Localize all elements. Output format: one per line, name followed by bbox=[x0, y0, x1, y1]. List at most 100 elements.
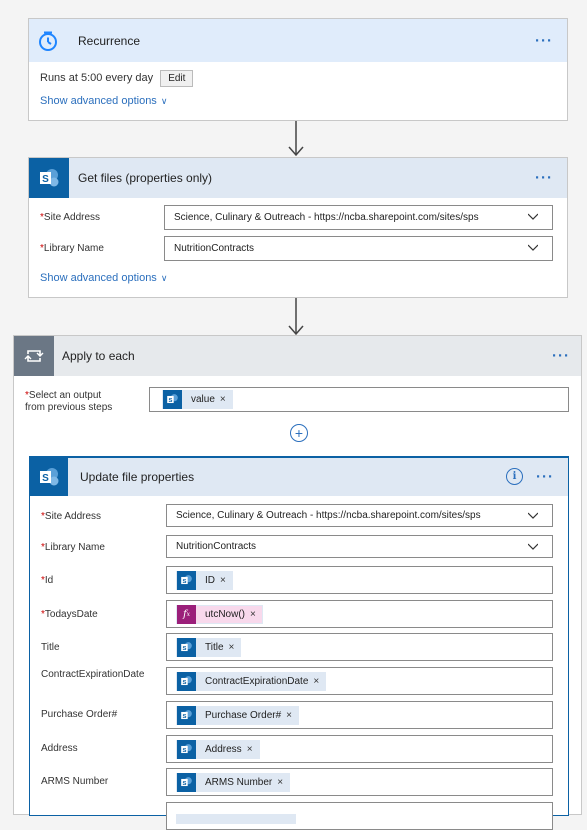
arms-number-token[interactable]: S ARMS Number × bbox=[176, 772, 291, 792]
svg-text:S: S bbox=[182, 645, 186, 651]
site-address-dropdown[interactable]: Science, Culinary & Outreach - https://n… bbox=[164, 205, 553, 230]
select-output-input[interactable]: S value × bbox=[149, 387, 569, 412]
recurrence-title: Recurrence bbox=[78, 33, 141, 48]
contract-expiration-label: ContractExpirationDate bbox=[41, 669, 145, 680]
address-token-label: Address bbox=[205, 743, 242, 755]
address-input[interactable]: S Address × bbox=[166, 735, 553, 763]
remove-token-icon[interactable]: × bbox=[277, 777, 283, 788]
id-label-text: Id bbox=[44, 575, 54, 586]
select-output-label: *Select an output from previous steps bbox=[25, 390, 112, 414]
chevron-down-icon bbox=[528, 244, 538, 251]
recurrence-card: Recurrence ··· Runs at 5:00 every day Ed… bbox=[28, 18, 568, 121]
next-field-token-stub bbox=[176, 814, 296, 824]
remove-token-icon[interactable]: × bbox=[313, 676, 319, 687]
chevron-down-icon bbox=[528, 543, 538, 550]
sharepoint-icon: S bbox=[163, 390, 182, 409]
update-file-header[interactable]: S Update file properties i ··· bbox=[30, 458, 568, 496]
update-library-dropdown[interactable]: NutritionContracts bbox=[166, 535, 553, 558]
sharepoint-icon: S bbox=[30, 458, 68, 496]
value-token[interactable]: S value × bbox=[162, 390, 233, 409]
sharepoint-icon: S bbox=[177, 739, 196, 759]
address-token[interactable]: S Address × bbox=[176, 739, 260, 759]
svg-text:S: S bbox=[182, 713, 186, 719]
chevron-down-icon: ∨ bbox=[160, 273, 168, 283]
remove-token-icon[interactable]: × bbox=[286, 710, 292, 721]
arms-number-input[interactable]: S ARMS Number × bbox=[166, 768, 553, 796]
contract-expiration-token-label: ContractExpirationDate bbox=[205, 675, 309, 687]
library-name-value: NutritionContracts bbox=[174, 243, 255, 254]
recurrence-runs-text: Runs at 5:00 every day bbox=[40, 72, 154, 84]
recurrence-more-button[interactable]: ··· bbox=[535, 32, 553, 49]
sharepoint-icon: S bbox=[29, 158, 69, 198]
contract-expiration-token[interactable]: S ContractExpirationDate × bbox=[176, 671, 327, 691]
select-output-text-2: from previous steps bbox=[25, 402, 113, 413]
remove-token-icon[interactable]: × bbox=[247, 744, 253, 755]
add-button[interactable]: + bbox=[290, 424, 308, 442]
get-files-more-button[interactable]: ··· bbox=[535, 170, 553, 187]
get-files-title: Get files (properties only) bbox=[78, 171, 213, 185]
title-token[interactable]: S Title × bbox=[176, 637, 242, 657]
apply-to-each-more-button[interactable]: ··· bbox=[552, 348, 570, 365]
utcnow-token[interactable]: fx utcNow() × bbox=[176, 604, 263, 624]
svg-text:S: S bbox=[182, 679, 186, 685]
expression-icon: fx bbox=[177, 604, 196, 624]
fx-sub-glyph: x bbox=[186, 610, 191, 618]
next-field-input[interactable] bbox=[166, 802, 553, 830]
update-file-more-button[interactable]: ··· bbox=[536, 469, 554, 486]
id-input[interactable]: S ID × bbox=[166, 566, 553, 594]
title-input[interactable]: S Title × bbox=[166, 633, 553, 661]
id-token[interactable]: S ID × bbox=[176, 570, 233, 590]
arms-number-token-label: ARMS Number bbox=[205, 776, 273, 788]
purchase-order-token[interactable]: S Purchase Order# × bbox=[176, 705, 299, 725]
remove-token-icon[interactable]: × bbox=[220, 394, 226, 405]
apply-to-each-header[interactable]: Apply to each ··· bbox=[14, 336, 581, 376]
info-icon[interactable]: i bbox=[506, 468, 523, 485]
library-name-text: Library Name bbox=[43, 243, 104, 254]
title-token-label: Title bbox=[205, 641, 224, 653]
site-address-text: Site Address bbox=[43, 212, 101, 223]
update-site-label: *Site Address bbox=[41, 511, 101, 523]
loop-icon bbox=[14, 336, 54, 376]
purchase-order-input[interactable]: S Purchase Order# × bbox=[166, 701, 553, 729]
todaysdate-label-text: TodaysDate bbox=[44, 609, 98, 620]
svg-text:S: S bbox=[42, 174, 49, 185]
remove-token-icon[interactable]: × bbox=[250, 609, 256, 620]
select-output-text-1: Select an output bbox=[28, 390, 102, 401]
chevron-down-icon: ∨ bbox=[160, 96, 168, 106]
remove-token-icon[interactable]: × bbox=[229, 642, 235, 653]
remove-token-icon[interactable]: × bbox=[220, 575, 226, 586]
library-name-dropdown[interactable]: NutritionContracts bbox=[164, 236, 553, 261]
value-token-label: value bbox=[191, 394, 215, 405]
flow-arrow-icon bbox=[288, 121, 304, 157]
sharepoint-icon: S bbox=[177, 671, 196, 691]
id-label: *Id bbox=[41, 575, 53, 587]
id-token-label: ID bbox=[205, 574, 215, 586]
address-label: Address bbox=[41, 743, 78, 754]
svg-text:S: S bbox=[168, 398, 172, 404]
edit-button[interactable]: Edit bbox=[160, 70, 194, 87]
get-files-header[interactable]: S Get files (properties only) ··· bbox=[29, 158, 567, 198]
svg-text:S: S bbox=[182, 780, 186, 786]
update-file-card: S Update file properties i ··· *Site Add… bbox=[29, 456, 569, 830]
advanced-options-label: Show advanced options bbox=[40, 272, 157, 284]
clock-icon bbox=[29, 19, 66, 62]
update-site-text: Site Address bbox=[44, 511, 102, 522]
update-library-value: NutritionContracts bbox=[176, 541, 257, 552]
svg-text:S: S bbox=[182, 578, 186, 584]
advanced-options-label: Show advanced options bbox=[40, 95, 157, 107]
purchase-order-token-label: Purchase Order# bbox=[205, 709, 282, 721]
todaysdate-label: *TodaysDate bbox=[41, 609, 98, 621]
update-site-dropdown[interactable]: Science, Culinary & Outreach - https://n… bbox=[166, 504, 553, 527]
sharepoint-icon: S bbox=[177, 772, 196, 792]
todaysdate-input[interactable]: fx utcNow() × bbox=[166, 600, 553, 628]
sharepoint-icon: S bbox=[177, 570, 196, 590]
chevron-down-icon bbox=[528, 512, 538, 519]
get-files-advanced-link[interactable]: Show advanced options ∨ bbox=[40, 272, 167, 284]
utcnow-token-label: utcNow() bbox=[205, 608, 246, 620]
contract-expiration-input[interactable]: S ContractExpirationDate × bbox=[166, 667, 553, 695]
recurrence-header[interactable]: Recurrence ··· bbox=[29, 19, 567, 62]
update-file-title: Update file properties bbox=[80, 470, 195, 484]
title-label: Title bbox=[41, 642, 60, 653]
recurrence-advanced-link[interactable]: Show advanced options ∨ bbox=[40, 95, 167, 107]
update-library-label: *Library Name bbox=[41, 542, 105, 554]
